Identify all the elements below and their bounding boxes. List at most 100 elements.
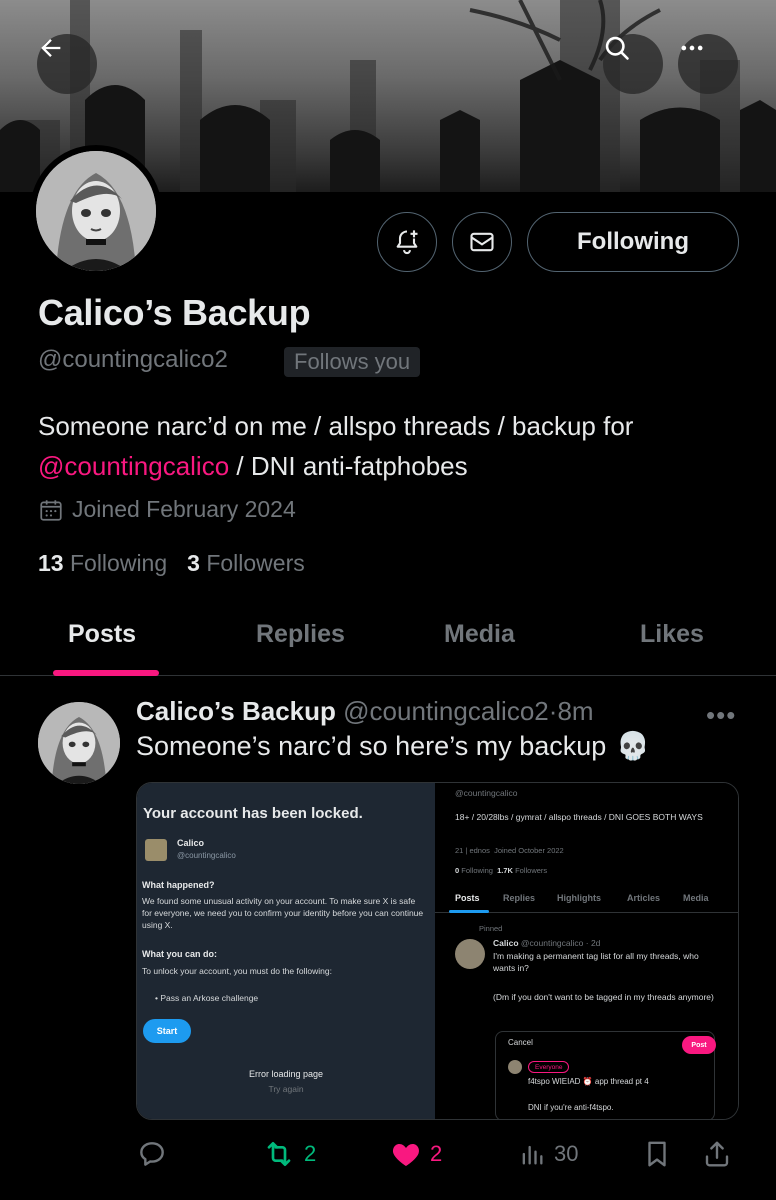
embedded-audience-pill: Everyone <box>528 1061 570 1073</box>
arkose-bullet: • Pass an Arkose challenge <box>155 993 259 1003</box>
embedded-tab-replies: Replies <box>503 893 536 903</box>
search-button[interactable] <box>603 34 663 94</box>
embedded-draft-line-1: f4tspo WIEIAD ⏰ app thread pt 4 <box>528 1077 649 1086</box>
bio-text: Someone narc’d on me / allspo threads / … <box>38 411 634 441</box>
what-happened-heading: What happened? <box>142 880 215 890</box>
embedded-handle: @countingcalico <box>177 851 236 860</box>
embedded-post-meta: @countingcalico · 2d <box>520 938 601 948</box>
post-author-avatar[interactable] <box>38 702 120 784</box>
profile-handle: @countingcalico2 <box>38 346 228 373</box>
bell-plus-icon <box>396 230 418 255</box>
embedded-followers-count: 1.7K <box>497 866 513 875</box>
follows-you-badge: Follows you <box>284 347 421 377</box>
embedded-tab-posts: Posts <box>455 893 480 903</box>
embedded-post-header: Calico @countingcalico · 2d <box>493 937 733 949</box>
embedded-avatar <box>145 839 167 861</box>
like-button[interactable]: 2 <box>390 1134 442 1174</box>
share-icon <box>705 1141 729 1167</box>
repost-icon <box>267 1142 291 1166</box>
locked-title: Your account has been locked. <box>143 805 363 822</box>
tab-likes[interactable]: Likes <box>640 620 704 649</box>
display-name: Calico’s Backup <box>38 292 311 333</box>
embedded-profile-handle: @countingcalico <box>455 788 518 798</box>
more-horizontal-icon <box>681 45 703 51</box>
profile-tabs: Posts Replies Media Likes <box>0 600 776 676</box>
post-header: Calico’s Backup @countingcalico2·8m <box>136 696 594 727</box>
share-button[interactable] <box>702 1134 732 1174</box>
skull-emoji: 💀 <box>616 731 650 761</box>
embedded-compose-avatar <box>508 1060 522 1074</box>
message-button[interactable] <box>452 212 512 272</box>
followers-stat[interactable]: 3 Followers <box>187 550 305 577</box>
embedded-cancel: Cancel <box>508 1038 533 1047</box>
post-body: Someone’s narc’d so here’s my backup <box>136 730 607 761</box>
embedded-tab-highlights: Highlights <box>557 893 601 903</box>
heart-filled-icon <box>393 1144 419 1166</box>
avatar-illustration <box>36 151 156 271</box>
embedded-draft-line-2: DNI if you're anti-f4tspo. <box>528 1103 614 1112</box>
repost-count: 2 <box>304 1141 317 1166</box>
following-stat[interactable]: 13 Following <box>38 550 167 577</box>
reply-button[interactable] <box>136 1134 176 1174</box>
embedded-name: Calico <box>177 838 205 848</box>
notifications-button[interactable] <box>377 212 437 272</box>
profile-avatar[interactable] <box>30 145 162 277</box>
embedded-post-avatar <box>455 939 485 969</box>
back-button[interactable] <box>37 34 97 94</box>
embedded-profile-bio: 18+ / 20/28lbs / gymrat / allspo threads… <box>455 812 703 822</box>
following-button[interactable]: Following <box>527 212 739 272</box>
tab-posts[interactable]: Posts <box>68 620 136 649</box>
embedded-tab-articles: Articles <box>627 893 661 903</box>
what-you-can-do-text: To unlock your account, you must do the … <box>142 966 332 976</box>
embedded-tab-media: Media <box>683 893 709 903</box>
profile-bio: Someone narc’d on me / allspo threads / … <box>38 406 738 486</box>
envelope-icon <box>470 232 494 252</box>
what-you-can-do-heading: What you can do: <box>142 949 217 959</box>
avatar-illustration <box>38 702 120 784</box>
embedded-following-count: 0 <box>455 866 460 875</box>
post-author-name[interactable]: Calico’s Backup <box>136 696 336 726</box>
arrow-left-icon <box>41 39 61 57</box>
start-button: Start <box>143 1019 191 1043</box>
embedded-post-text-2: (Dm if you don't want to be tagged in my… <box>493 992 714 1002</box>
search-icon <box>605 36 629 60</box>
calendar-icon <box>40 499 62 521</box>
embedded-location: 21 | ednos <box>455 846 490 855</box>
embedded-post-name: Calico <box>493 938 519 948</box>
followers-count: 3 <box>187 550 200 576</box>
post-actions: 2 2 30 <box>0 1134 776 1174</box>
bookmark-button[interactable] <box>642 1134 672 1174</box>
follow-stats: 13 Following 3 Followers <box>38 550 305 577</box>
embedded-compose-modal: Cancel Post Everyone f4tspo WIEIAD ⏰ app… <box>495 1031 716 1119</box>
post-author-handle[interactable]: @countingcalico2 <box>343 696 549 726</box>
embedded-following-label: Following <box>461 866 493 875</box>
embedded-profile-stats: 0 Following 1.7K Followers <box>455 865 547 877</box>
repost-button[interactable]: 2 <box>262 1134 316 1174</box>
bio-text-suffix: / DNI anti-fatphobes <box>229 451 468 481</box>
views-button[interactable]: 30 <box>518 1134 578 1174</box>
embedded-joined: Joined October 2022 <box>494 846 564 855</box>
embedded-post-button: Post <box>682 1036 716 1054</box>
embedded-post-text: I'm making a permanent tag list for all … <box>493 951 699 973</box>
active-tab-indicator <box>53 670 159 676</box>
more-button[interactable] <box>678 34 738 94</box>
tab-replies[interactable]: Replies <box>256 620 345 649</box>
bio-mention-link[interactable]: @countingcalico <box>38 451 229 481</box>
tab-media[interactable]: Media <box>444 620 515 649</box>
pinned-label: Pinned <box>479 924 503 933</box>
following-count: 13 <box>38 550 64 576</box>
what-happened-text: We found some unusual activity on your a… <box>142 896 424 930</box>
post-media-image[interactable]: Your account has been locked. Calico @co… <box>136 782 739 1120</box>
error-loading-text: Error loading page <box>248 1069 324 1079</box>
post-more-icon[interactable]: ••• <box>706 700 736 731</box>
following-stat-label: Following <box>69 550 168 576</box>
locked-account-screenshot: Your account has been locked. Calico @co… <box>137 783 435 1119</box>
embedded-profile-meta: 21 | ednos Joined October 2022 <box>455 845 564 857</box>
profile-screenshot: @countingcalico 18+ / 20/28lbs / gymrat … <box>435 783 738 1119</box>
joined-date: Joined February 2024 <box>38 496 296 523</box>
embedded-tab-indicator <box>449 910 489 913</box>
post-time[interactable]: 8m <box>557 696 593 726</box>
post-text: Someone’s narc’d so here’s my backup 💀 <box>136 730 650 762</box>
reply-bubble-icon <box>140 1142 164 1166</box>
bar-chart-icon <box>522 1145 543 1165</box>
